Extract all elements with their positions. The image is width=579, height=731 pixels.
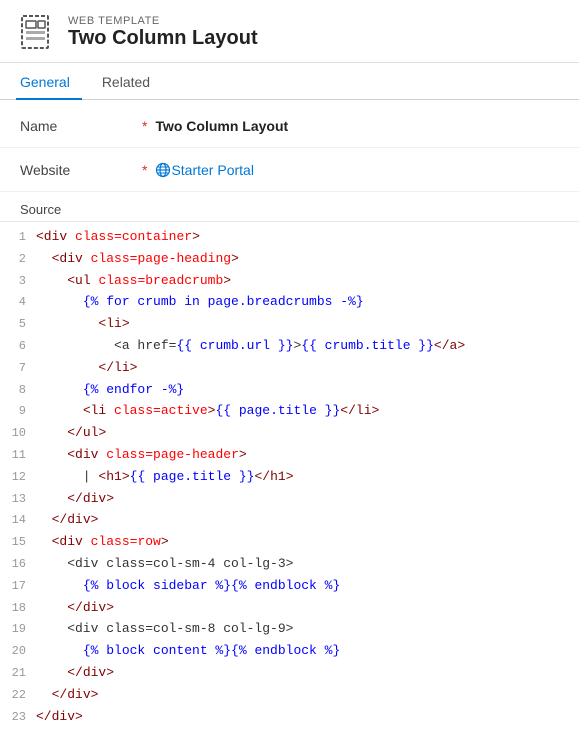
header-meta: WEB TEMPLATE Two Column Layout xyxy=(68,15,258,50)
code-line: 7 </li> xyxy=(0,357,579,379)
code-line: 6 <a href={{ crumb.url }}>{{ crumb.title… xyxy=(0,335,579,357)
tab-general[interactable]: General xyxy=(16,66,82,100)
code-line: 9 <li class=active>{{ page.title }}</li> xyxy=(0,400,579,422)
name-label: Name xyxy=(20,118,140,134)
code-line: 21 </div> xyxy=(0,662,579,684)
name-required-star: * xyxy=(142,118,147,134)
code-line: 23</div> xyxy=(0,706,579,728)
source-label: Source xyxy=(0,196,579,222)
code-line: 1<div class=container> xyxy=(0,226,579,248)
website-label: Website xyxy=(20,162,140,178)
code-line: 11 <div class=page-header> xyxy=(0,444,579,466)
code-line: 14 </div> xyxy=(0,509,579,531)
tab-related[interactable]: Related xyxy=(98,66,162,100)
code-line: 19 <div class=col-sm-8 col-lg-9> xyxy=(0,618,579,640)
name-row: Name * Two Column Layout xyxy=(0,104,579,148)
code-line: 8 {% endfor -%} xyxy=(0,379,579,401)
form-section: Name * Two Column Layout Website * Start… xyxy=(0,100,579,196)
header-meta-label: WEB TEMPLATE xyxy=(68,15,258,27)
tabs-bar: General Related xyxy=(0,65,579,100)
page-header-area: WEB TEMPLATE Two Column Layout xyxy=(0,0,579,63)
code-line: 16 <div class=col-sm-4 col-lg-3> xyxy=(0,553,579,575)
code-line: 17 {% block sidebar %}{% endblock %} xyxy=(0,575,579,597)
globe-icon xyxy=(155,162,171,178)
code-line: 2 <div class=page-heading> xyxy=(0,248,579,270)
code-line: 4 {% for crumb in page.breadcrumbs -%} xyxy=(0,291,579,313)
header-title: Two Column Layout xyxy=(68,27,258,50)
name-value: Two Column Layout xyxy=(155,118,288,134)
code-line: 18 </div> xyxy=(0,597,579,619)
template-icon xyxy=(16,12,56,52)
code-line: 20 {% block content %}{% endblock %} xyxy=(0,640,579,662)
code-line: 3 <ul class=breadcrumb> xyxy=(0,270,579,292)
source-code-block: 1<div class=container>2 <div class=page-… xyxy=(0,222,579,731)
website-row: Website * Starter Portal xyxy=(0,148,579,192)
code-line: 5 <li> xyxy=(0,313,579,335)
website-required-star: * xyxy=(142,162,147,178)
website-link[interactable]: Starter Portal xyxy=(171,162,253,178)
code-line: 12 | <h1>{{ page.title }}</h1> xyxy=(0,466,579,488)
code-line: 13 </div> xyxy=(0,488,579,510)
code-line: 15 <div class=row> xyxy=(0,531,579,553)
code-line: 10 </ul> xyxy=(0,422,579,444)
code-line: 22 </div> xyxy=(0,684,579,706)
